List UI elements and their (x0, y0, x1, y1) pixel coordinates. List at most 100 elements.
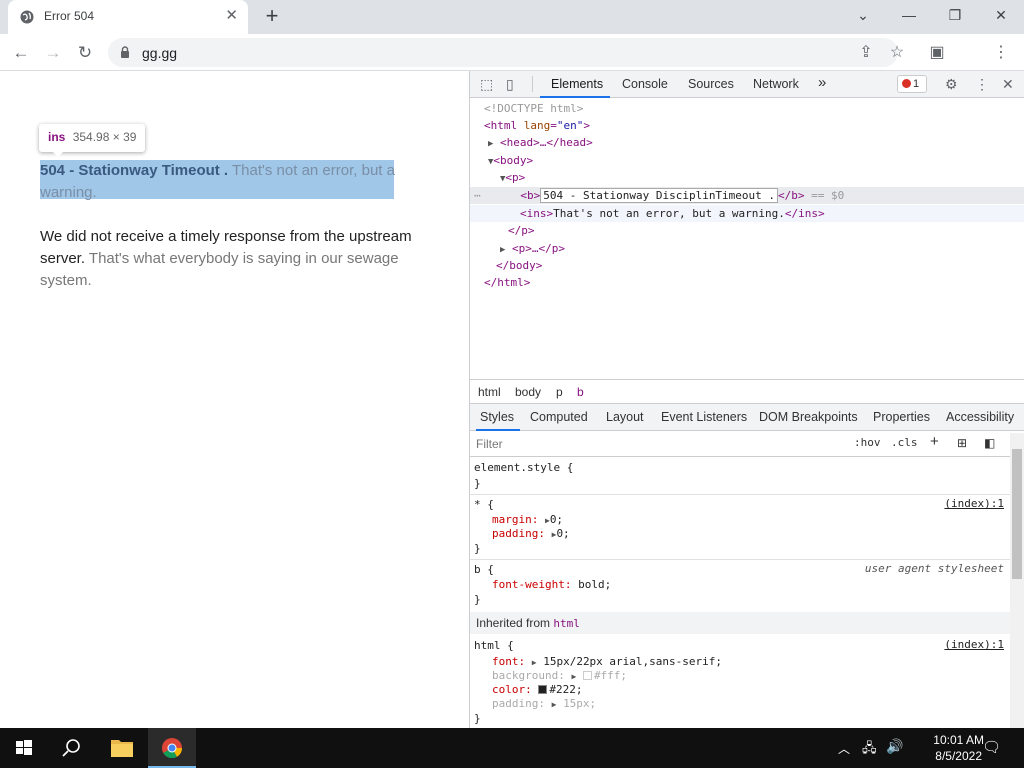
devtools-menu-icon[interactable]: ⋮ (975, 76, 989, 92)
error-count-badge[interactable]: 1 (897, 75, 927, 93)
hov-toggle[interactable]: :hov (854, 436, 881, 449)
tab-network[interactable]: Network (753, 77, 799, 91)
tab-close-icon[interactable]: ✕ (225, 7, 238, 25)
restore-button[interactable]: ❐ (932, 5, 978, 25)
forward-arrow-icon[interactable]: → (42, 42, 64, 64)
b-text-editor[interactable]: 504 - Stationway DisciplinTimeout . (540, 188, 779, 203)
breadcrumb-body[interactable]: body (515, 385, 541, 399)
globe-icon (20, 10, 34, 24)
inherited-tag-link[interactable]: html (553, 617, 580, 630)
taskbar-clock[interactable]: 10:01 AM 8/5/2022 (933, 732, 984, 764)
decl-font-weight[interactable]: font-weight: bold; (492, 577, 611, 592)
window-close-button[interactable]: ✕ (978, 5, 1024, 25)
devtools-close-icon[interactable]: ✕ (1002, 76, 1014, 92)
browser-tab[interactable]: Error 504 ✕ (8, 0, 248, 34)
decl-background[interactable]: background: ▶ #fff; (492, 668, 627, 683)
error-count: 1 (913, 78, 920, 90)
dom-html-close[interactable]: </html> (484, 274, 530, 291)
device-toolbar-icon[interactable]: ▯ (506, 76, 514, 92)
file-explorer-icon[interactable] (98, 728, 146, 768)
tab-accessibility[interactable]: Accessibility (946, 410, 1014, 424)
toggle-sidebar-icon[interactable]: ◧ (984, 436, 995, 450)
settings-gear-icon[interactable]: ⚙ (945, 76, 958, 92)
share-icon[interactable]: ⇪ (855, 42, 877, 64)
side-panel-icon[interactable]: ▣ (926, 42, 948, 64)
decl-padding[interactable]: padding: ▶0; (492, 526, 570, 541)
tab-layout[interactable]: Layout (606, 410, 644, 424)
dom-html-open[interactable]: <html lang="en"> (484, 117, 590, 134)
rule-close: } (474, 477, 481, 490)
rule-star-selector[interactable]: * { (474, 497, 494, 512)
breadcrumb-html[interactable]: html (478, 385, 501, 399)
rule-element-style[interactable]: element.style { (474, 460, 573, 475)
minimize-button[interactable]: — (886, 5, 932, 25)
inspect-element-icon[interactable]: ⬚ (480, 76, 493, 92)
tab-elements[interactable]: Elements (551, 77, 603, 91)
rule-b-selector[interactable]: b { (474, 562, 494, 577)
dom-b-node[interactable]: ⋯ <b> 504 - Stationway DisciplinTimeout .… (474, 187, 844, 204)
computed-styles-icon[interactable]: ⊞ (957, 436, 967, 450)
dom-p-collapsed[interactable]: ▶ <p>…</p> (500, 240, 565, 257)
magnifier-icon (62, 739, 80, 757)
volume-icon[interactable]: 🔊 (886, 738, 903, 755)
back-arrow-icon[interactable]: ← (10, 42, 32, 64)
chrome-taskbar-icon[interactable] (148, 728, 196, 768)
tab-sources[interactable]: Sources (688, 77, 734, 91)
new-rule-plus-icon[interactable]: + (930, 433, 939, 450)
dom-p-open[interactable]: ▼<p> (500, 169, 525, 186)
rule-html-selector[interactable]: html { (474, 638, 514, 653)
styles-scrollbar-thumb[interactable] (1012, 449, 1022, 579)
tray-chevron-icon[interactable]: ︿ (838, 740, 850, 757)
network-icon[interactable]: 🖧 (862, 739, 877, 761)
chrome-logo-icon (162, 738, 183, 759)
address-bar[interactable]: gg.gg (108, 38, 898, 67)
new-tab-button[interactable]: + (261, 4, 283, 28)
breadcrumb-b[interactable]: b (577, 385, 584, 399)
styles-filter-input[interactable]: Filter (476, 437, 503, 451)
url-text: gg.gg (142, 45, 178, 61)
dom-head[interactable]: ▶ <head>…</head> (488, 134, 593, 151)
color-swatch[interactable] (538, 685, 548, 694)
rule-close: } (474, 542, 481, 555)
decl-padding-inherited[interactable]: padding: ▶ 15px; (492, 696, 596, 711)
rule-html-source-link[interactable]: (index):1 (944, 638, 1004, 651)
browser-toolbar: ← → ↻ gg.gg ⇪ ☆ ▣ ⋮ (0, 34, 1024, 97)
tooltip-dimensions: 354.98 × 39 (72, 130, 137, 144)
tooltip-tag: ins (48, 130, 66, 144)
windows-start-icon[interactable] (0, 728, 48, 768)
decl-color[interactable]: color: #222; (492, 682, 583, 697)
dom-p-close[interactable]: </p> (508, 222, 535, 239)
breadcrumb-p[interactable]: p (556, 385, 563, 399)
rule-close: } (474, 712, 481, 725)
dom-ins-node[interactable]: <ins>That's not an error, but a warning.… (520, 205, 825, 222)
devtools-panel: ⬚ ▯ Elements Console Sources Network » 1… (469, 71, 1024, 728)
reload-icon[interactable]: ↻ (74, 42, 96, 64)
decl-font[interactable]: font: ▶ 15px/22px arial,sans-serif; (492, 654, 722, 669)
menu-kebab-icon[interactable]: ⋮ (990, 42, 1012, 64)
rule-star-source-link[interactable]: (index):1 (944, 497, 1004, 510)
dom-body-open[interactable]: ▼<body> (488, 152, 533, 169)
bookmark-star-icon[interactable]: ☆ (886, 42, 908, 64)
error-description-subtext: That's what everybody is saying in our s… (40, 250, 399, 289)
tab-properties[interactable]: Properties (873, 410, 930, 424)
more-tabs-icon[interactable]: » (818, 74, 826, 91)
folder-icon (111, 740, 133, 757)
tab-console[interactable]: Console (622, 77, 668, 91)
tab-title: Error 504 (44, 9, 95, 23)
clock-date: 8/5/2022 (935, 749, 982, 763)
tab-styles[interactable]: Styles (480, 410, 514, 424)
tab-event-listeners[interactable]: Event Listeners (661, 410, 747, 424)
tab-computed[interactable]: Computed (530, 410, 588, 424)
divider (470, 494, 1010, 495)
tab-dom-breakpoints[interactable]: DOM Breakpoints (759, 410, 858, 424)
color-swatch[interactable] (582, 671, 592, 680)
dom-body-close[interactable]: </body> (496, 257, 542, 274)
dom-doctype[interactable]: <!DOCTYPE html> (484, 100, 583, 117)
decl-margin[interactable]: margin: ▶0; (492, 512, 563, 527)
notifications-icon[interactable]: 🗨 (982, 738, 1001, 756)
browser-tab-strip: Error 504 ✕ + ⌄ — ❐ ✕ (0, 0, 1024, 34)
tab-search-icon[interactable]: ⌄ (840, 5, 886, 25)
cls-toggle[interactable]: .cls (891, 436, 918, 449)
error-heading-paragraph: 504 - Stationway Timeout . That's not an… (40, 160, 420, 204)
search-icon[interactable] (48, 728, 96, 768)
